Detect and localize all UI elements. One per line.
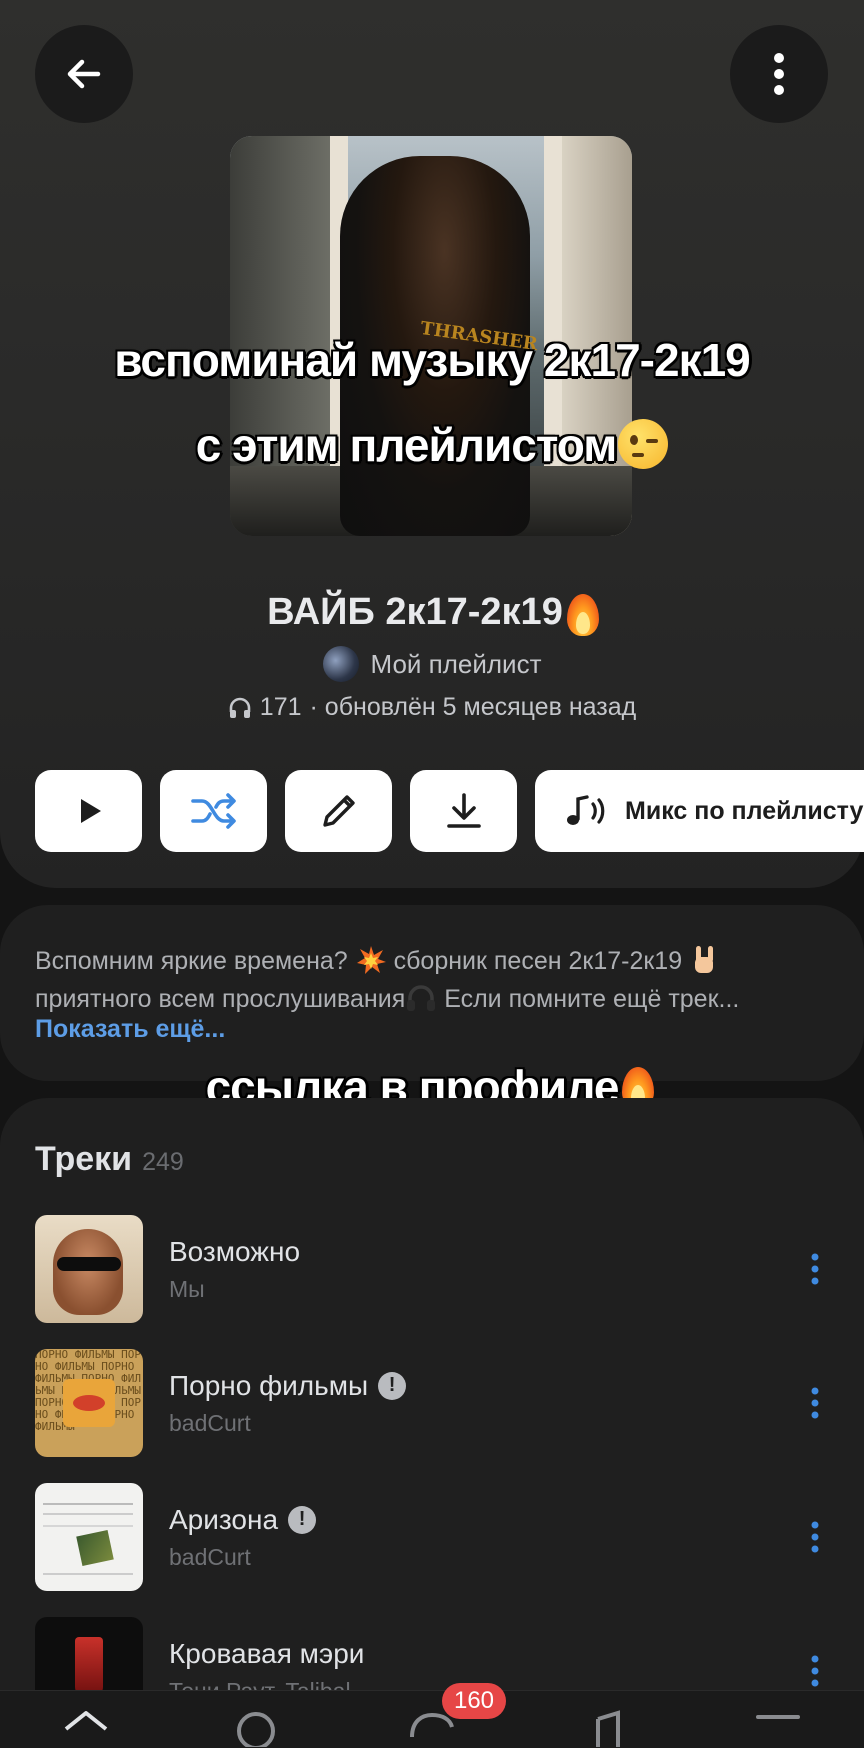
play-icon — [80, 799, 101, 823]
headphones-icon — [229, 697, 251, 718]
bottom-navigation — [0, 1690, 864, 1748]
nav-menu[interactable] — [748, 1707, 808, 1748]
show-more-link[interactable]: Показать ещё... — [35, 1015, 225, 1044]
messages-badge: 160 — [442, 1683, 506, 1719]
nav-home[interactable] — [56, 1707, 116, 1748]
headphone-emoji-icon — [407, 985, 436, 1011]
track-more-button[interactable] — [795, 1239, 835, 1299]
shuffle-icon — [190, 793, 236, 829]
track-more-button[interactable] — [795, 1373, 835, 1433]
track-artist: badCurt — [169, 1409, 251, 1436]
track-artist: badCurt — [169, 1543, 251, 1570]
track-cover: ПОРНО ФИЛЬМЫ ПОРНО ФИЛЬМЫ ПОРНО ФИЛЬМЫ П… — [35, 1349, 143, 1457]
more-vertical-icon — [811, 1387, 819, 1419]
updated-label: · обновлён 5 месяцев назад — [309, 693, 637, 721]
playlist-owner[interactable]: Мой плейлист — [0, 646, 864, 682]
owner-label: Мой плейлист — [370, 648, 542, 679]
explicit-icon: ! — [378, 1371, 407, 1400]
download-icon — [446, 793, 481, 828]
mix-by-playlist-button[interactable]: Микс по плейлисту — [535, 770, 864, 852]
track-title: Аризона! — [169, 1504, 795, 1536]
download-button[interactable] — [410, 770, 517, 852]
wink-emoji-icon — [618, 419, 669, 469]
mix-label: Микс по плейлисту — [625, 796, 864, 825]
play-button[interactable] — [35, 770, 142, 852]
more-vertical-icon — [811, 1253, 819, 1285]
more-options-button[interactable] — [730, 25, 828, 123]
music-waves-icon — [567, 795, 605, 825]
rock-hand-emoji-icon — [695, 946, 714, 973]
tracks-header: Треки 249 — [35, 1140, 184, 1179]
more-vertical-icon — [774, 53, 784, 95]
action-buttons: Микс по плейлисту — [35, 770, 864, 852]
description-part-4: Если помните ещё трек... — [444, 985, 740, 1013]
overlay-caption-2-text: с этим плейлистом — [195, 419, 618, 471]
track-artist: Мы — [169, 1275, 205, 1302]
edit-button[interactable] — [285, 770, 392, 852]
track-cover — [35, 1483, 143, 1591]
playlist-title-text: ВАЙБ 2к17-2к19 — [267, 591, 563, 633]
track-more-button[interactable] — [795, 1507, 835, 1567]
description-part-3: приятного всем прослушивания — [35, 985, 406, 1013]
playlist-title: ВАЙБ 2к17-2к19 — [0, 588, 864, 636]
nav-search[interactable] — [226, 1707, 286, 1748]
overlay-caption-2: с этим плейлистом — [0, 418, 864, 472]
home-icon — [64, 1711, 108, 1731]
description-part-1: Вспомним яркие времена? — [35, 947, 348, 975]
explicit-icon: ! — [288, 1505, 317, 1534]
track-row[interactable]: ПОРНО ФИЛЬМЫ ПОРНО ФИЛЬМЫ ПОРНО ФИЛЬМЫ П… — [35, 1349, 835, 1457]
fire-emoji-icon — [563, 588, 599, 636]
track-title: Возможно — [169, 1235, 301, 1267]
shuffle-button[interactable] — [160, 770, 267, 852]
tracks-section: Треки 249 Возможно Мы ПОРНО ФИЛЬМЫ ПОРНО… — [0, 1098, 864, 1748]
nav-music[interactable] — [578, 1707, 638, 1748]
pencil-icon — [322, 795, 355, 827]
avatar — [322, 646, 359, 682]
search-icon — [237, 1712, 275, 1747]
tracks-title: Треки — [35, 1140, 133, 1178]
track-title: Кровавая мэри — [169, 1637, 365, 1669]
description-part-2: сборник песен 2к17-2к19 — [393, 947, 683, 975]
track-cover — [35, 1215, 143, 1323]
listens-count: 171 — [259, 693, 302, 721]
overlay-caption-1: вспоминай музыку 2к17-2к19 — [114, 334, 751, 386]
more-vertical-icon — [811, 1655, 819, 1687]
menu-icon — [756, 1715, 800, 1719]
arrow-left-icon — [67, 59, 101, 89]
playlist-description: Вспомним яркие времена? сборник песен 2к… — [0, 905, 864, 1081]
playlist-stats: 171 · обновлён 5 месяцев назад — [0, 693, 864, 722]
track-row[interactable]: Аризона! badCurt — [35, 1483, 835, 1591]
track-title: Порно фильмы! — [169, 1370, 795, 1402]
back-button[interactable] — [35, 25, 133, 123]
track-row[interactable]: Возможно Мы — [35, 1215, 835, 1323]
more-vertical-icon — [811, 1521, 819, 1553]
tracks-count: 249 — [142, 1148, 184, 1176]
description-text: Вспомним яркие времена? сборник песен 2к… — [35, 942, 835, 1018]
playlist-screen: THRASHER ВАЙБ 2к17-2к19 Мой плейлист 171… — [0, 0, 864, 1748]
collision-emoji-icon — [356, 946, 386, 974]
music-icon — [596, 1710, 620, 1747]
